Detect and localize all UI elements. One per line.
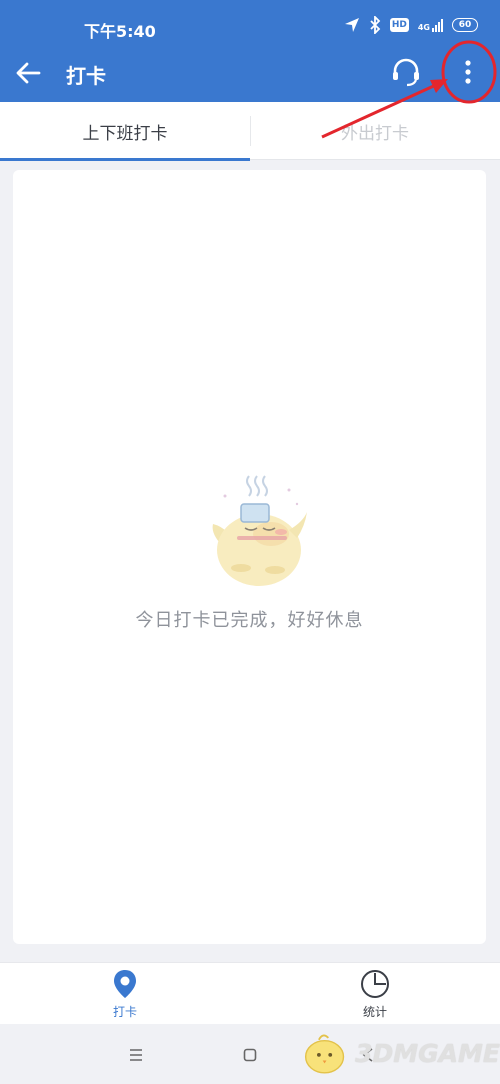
menu-icon	[130, 1049, 142, 1061]
bluetooth-icon	[370, 16, 381, 34]
headset-icon	[393, 58, 419, 87]
tab-outside-clock[interactable]: 外出打卡	[250, 102, 500, 160]
customer-service-button[interactable]	[388, 54, 424, 90]
empty-state-message: 今日打卡已完成，好好休息	[135, 610, 364, 631]
page-title: 打卡	[66, 64, 106, 88]
location-pin-icon	[110, 969, 140, 999]
more-options-button[interactable]	[450, 54, 486, 90]
bottom-nav: 打卡 统计	[0, 962, 500, 1024]
system-home-button[interactable]	[237, 1042, 263, 1068]
watermark-chick-logo	[304, 1034, 345, 1074]
status-bar: 下午5:40 HD 4G 60	[0, 0, 500, 58]
battery-level: 60	[458, 20, 472, 30]
bottom-nav-statistics[interactable]: 统计	[250, 963, 500, 1025]
location-arrow-icon	[344, 18, 359, 32]
status-time: 下午5:40	[84, 22, 156, 41]
arrow-left-icon	[16, 62, 41, 84]
bottom-nav-checkin[interactable]: 打卡	[0, 963, 250, 1025]
home-square-icon	[243, 1048, 257, 1062]
sleeping-chick-illustration	[212, 475, 307, 586]
system-menu-button[interactable]	[123, 1042, 149, 1068]
watermark-text: 3DMGAME	[355, 1038, 500, 1068]
network-type: 4G	[417, 22, 430, 32]
clock-icon	[360, 969, 390, 999]
bottom-nav-checkin-label: 打卡	[112, 1005, 137, 1019]
checkin-card: 今日打卡已完成，好好休息	[13, 170, 486, 944]
hd-badge: HD	[389, 18, 409, 32]
battery-icon: 60	[452, 18, 478, 32]
back-button[interactable]	[10, 58, 46, 88]
signal-icon: 4G	[417, 18, 443, 32]
watermark: 3DMGAME	[300, 1024, 500, 1082]
tab-bar: 上下班打卡 外出打卡	[0, 102, 500, 161]
app-header: 下午5:40 HD 4G 60 打卡	[0, 0, 500, 102]
status-icons: HD 4G 60	[344, 16, 478, 34]
tab-commute-clock[interactable]: 上下班打卡	[0, 102, 250, 161]
nav-bar: 打卡	[0, 58, 500, 102]
bottom-nav-statistics-label: 统计	[362, 1005, 387, 1019]
more-vertical-icon	[465, 60, 471, 84]
